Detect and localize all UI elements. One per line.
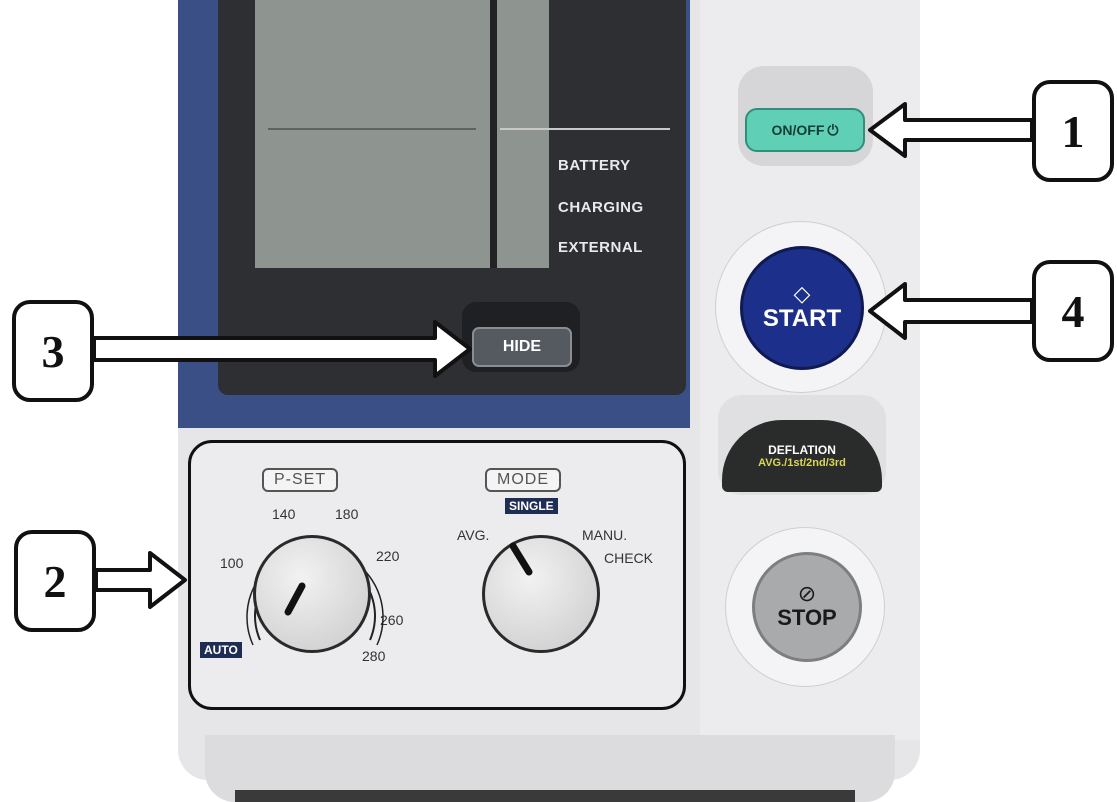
- arrow-4: [868, 282, 1034, 340]
- callout-1: 1: [1032, 80, 1114, 182]
- callout-2: 2: [14, 530, 96, 632]
- callout-4: 4: [1032, 260, 1114, 362]
- arrow-2: [94, 551, 187, 609]
- arrow-1: [868, 102, 1034, 158]
- callout-3: 3: [12, 300, 94, 402]
- callout-arrows: [92, 102, 1034, 609]
- arrow-3: [92, 320, 472, 378]
